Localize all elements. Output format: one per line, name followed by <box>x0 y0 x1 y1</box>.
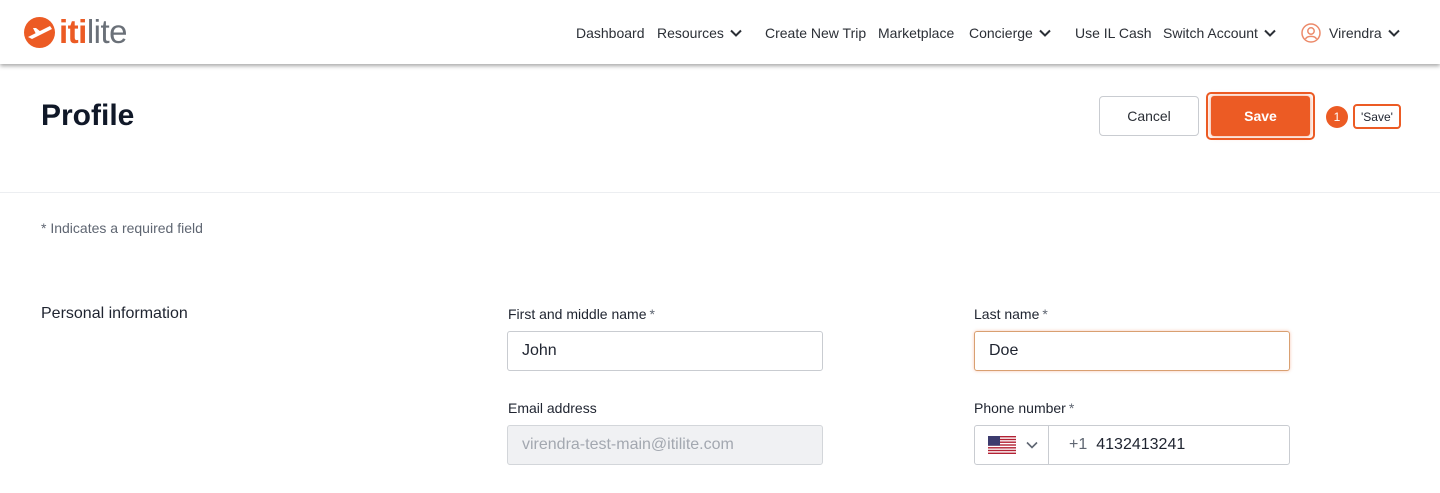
header-divider <box>0 192 1440 193</box>
cancel-button[interactable]: Cancel <box>1099 96 1199 136</box>
nav-resources[interactable]: Resources <box>657 22 742 44</box>
nav-use-il-cash-label: Use IL Cash <box>1075 25 1152 41</box>
section-title-personal-information: Personal information <box>41 305 188 322</box>
first-name-label-text: First and middle name <box>508 306 647 322</box>
logo-wordmark-part2: lite <box>86 13 128 50</box>
plane-logo-icon <box>24 16 55 48</box>
user-menu[interactable]: Virendra <box>1301 22 1400 44</box>
nav-concierge-label: Concierge <box>969 25 1033 41</box>
first-name-input[interactable] <box>507 331 823 371</box>
nav-marketplace-label: Marketplace <box>878 25 955 41</box>
page-title: Profile <box>41 99 135 132</box>
us-flag-icon <box>988 436 1016 454</box>
phone-country-code: +1 <box>1069 436 1088 453</box>
first-name-label: First and middle name * <box>508 305 655 323</box>
email-label-text: Email address <box>508 400 597 416</box>
chevron-down-icon <box>730 29 742 37</box>
nav-dashboard-label: Dashboard <box>576 25 645 41</box>
chevron-down-icon <box>1264 29 1276 37</box>
required-asterisk: * <box>649 306 655 322</box>
logo-wordmark: itilite <box>59 12 128 52</box>
nav-switch-account-label: Switch Account <box>1163 25 1258 41</box>
nav-resources-label: Resources <box>657 25 724 41</box>
phone-number-field: +1 <box>974 425 1290 465</box>
nav-create-new-trip-label: Create New Trip <box>765 25 867 41</box>
top-navbar: itilite Dashboard Resources Create New T… <box>0 0 1440 64</box>
save-button[interactable]: Save <box>1211 96 1310 136</box>
chevron-down-icon <box>1026 441 1038 449</box>
nav-switch-account[interactable]: Switch Account <box>1163 22 1276 44</box>
itilite-logo[interactable]: itilite <box>24 12 128 52</box>
required-field-note: * Indicates a required field <box>41 220 203 236</box>
phone-label: Phone number * <box>974 399 1074 417</box>
nav-concierge[interactable]: Concierge <box>969 22 1051 44</box>
nav-create-new-trip[interactable]: Create New Trip <box>765 22 866 44</box>
last-name-label-text: Last name <box>974 306 1040 322</box>
country-code-selector[interactable] <box>975 426 1049 464</box>
chevron-down-icon <box>1387 29 1400 37</box>
required-asterisk: * <box>1068 400 1075 416</box>
phone-number-input[interactable] <box>1087 426 1268 464</box>
nav-marketplace[interactable]: Marketplace <box>878 22 954 44</box>
nav-dashboard[interactable]: Dashboard <box>576 22 645 44</box>
required-asterisk: * <box>1042 306 1048 322</box>
nav-use-il-cash[interactable]: Use IL Cash <box>1075 22 1152 44</box>
email-input <box>507 425 823 465</box>
annotation-label: 'Save' <box>1353 104 1401 129</box>
chevron-down-icon <box>1039 29 1051 37</box>
logo-wordmark-part1: iti <box>59 13 87 50</box>
last-name-input[interactable] <box>974 331 1290 371</box>
phone-label-text: Phone number <box>974 400 1066 416</box>
user-avatar-icon <box>1301 23 1321 43</box>
email-label: Email address <box>508 399 597 417</box>
user-name: Virendra <box>1329 25 1382 41</box>
annotation-marker: 1 <box>1326 106 1348 128</box>
last-name-label: Last name * <box>974 305 1048 323</box>
